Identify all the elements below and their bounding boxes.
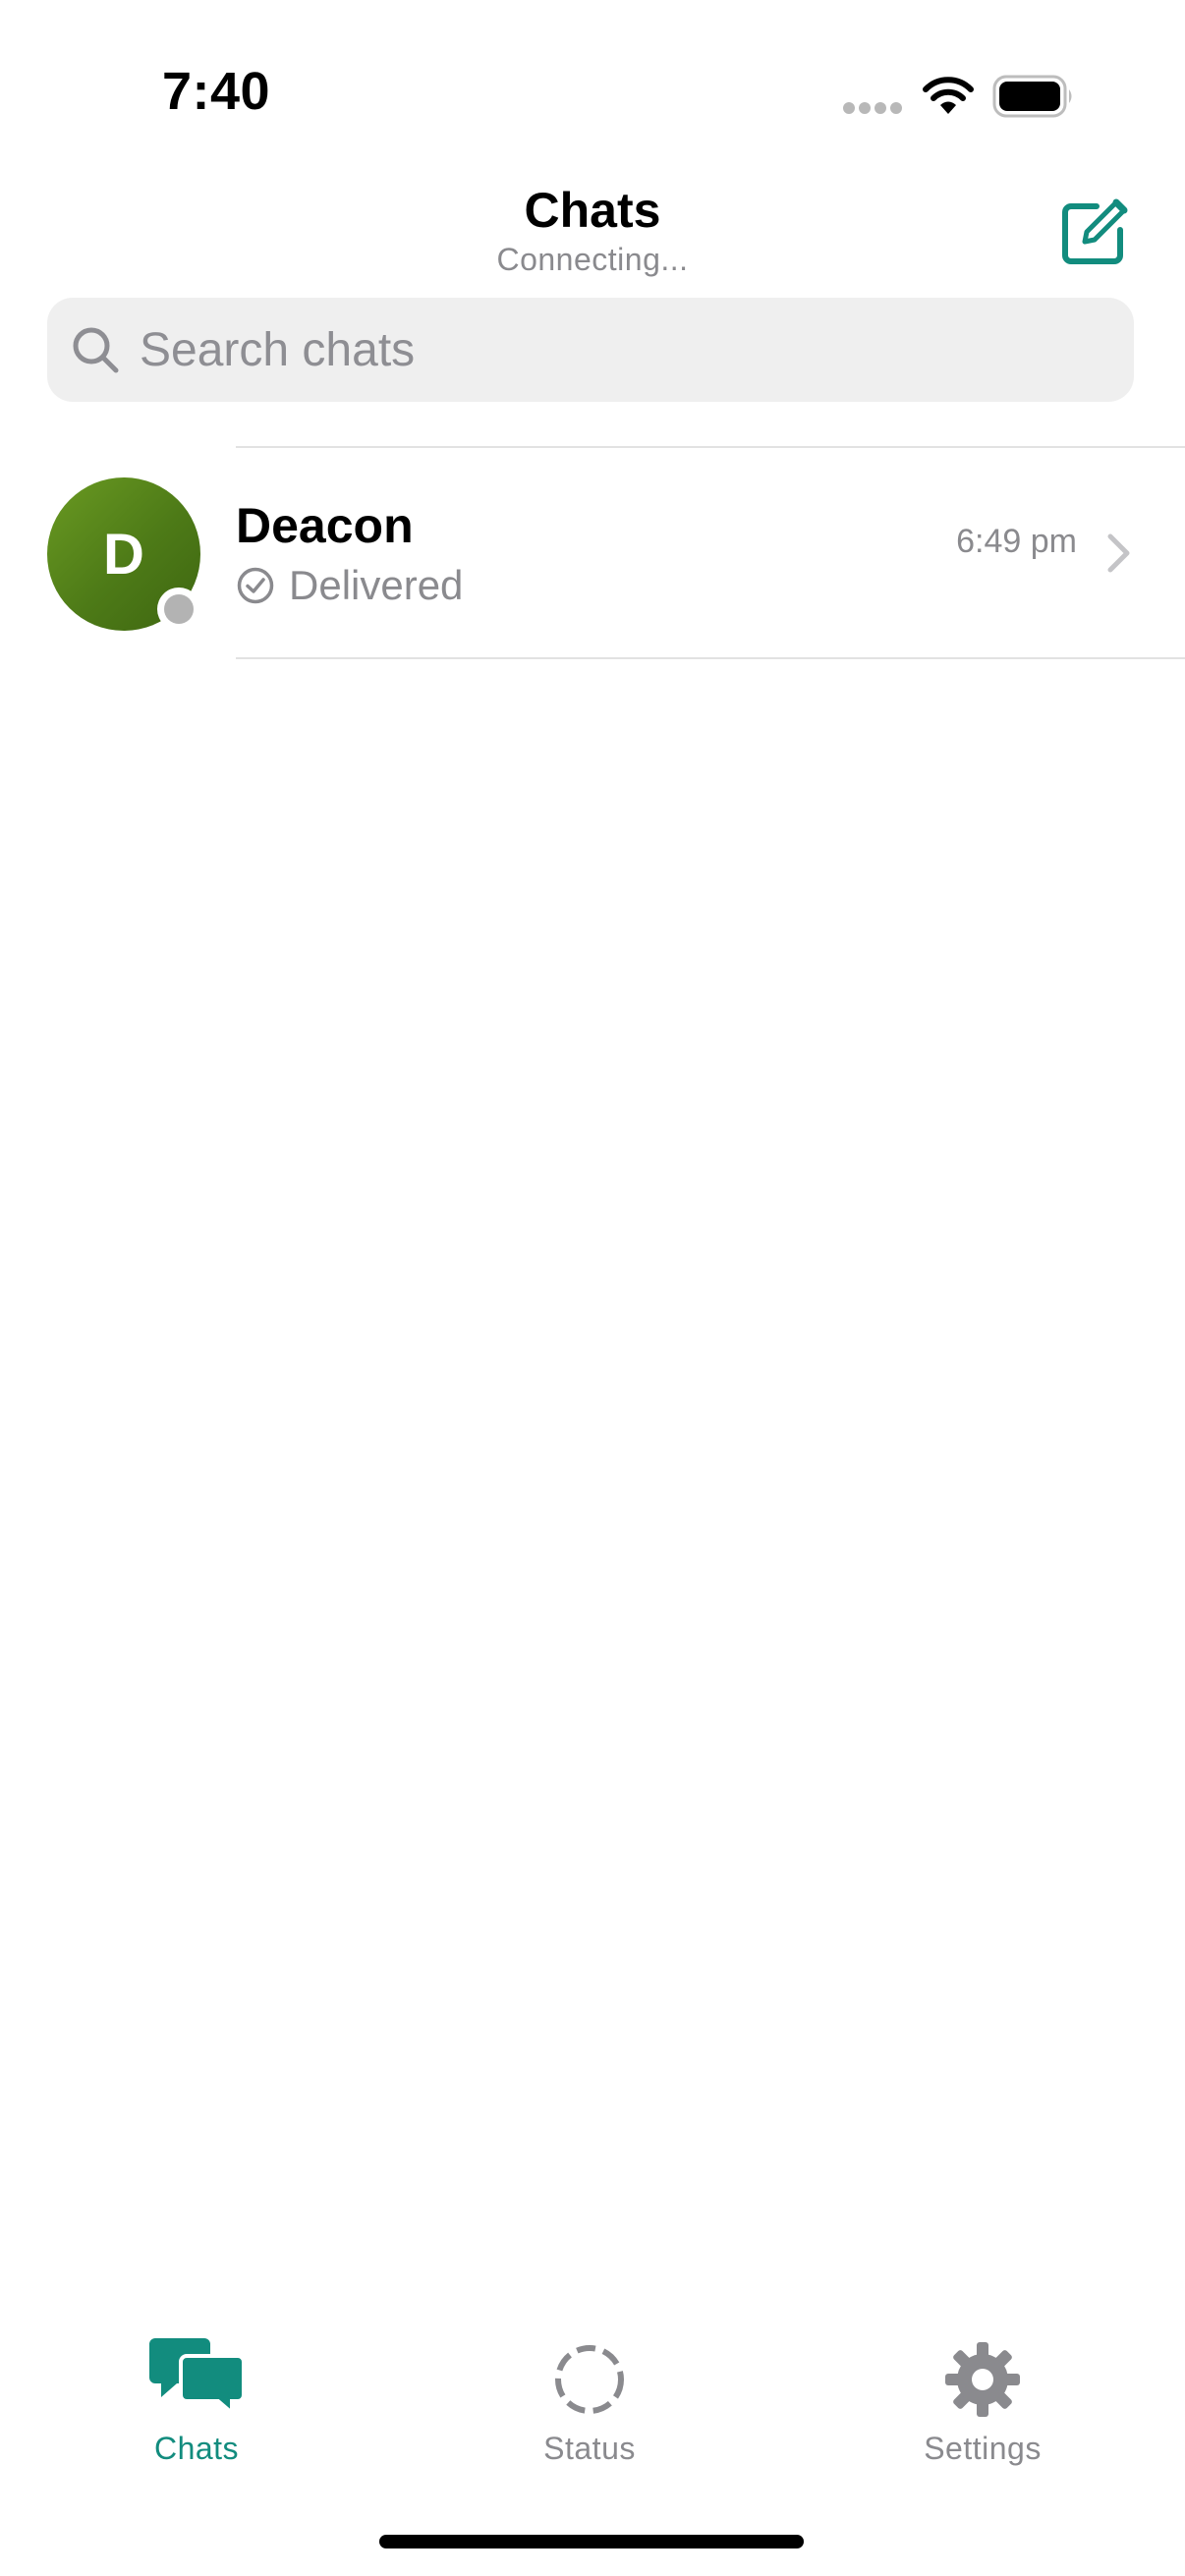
cellular-signal-icon [843,102,904,116]
chats-icon [149,2338,246,2415]
chevron-right-icon [1107,533,1130,573]
gear-icon [945,2342,1020,2417]
battery-icon [992,75,1072,118]
wifi-icon [923,77,974,114]
tab-status[interactable]: Status [472,2326,707,2466]
search-bar[interactable] [47,298,1134,402]
tab-settings[interactable]: Settings [865,2326,1100,2466]
compose-icon[interactable] [1059,196,1130,267]
chat-last-message-status: Delivered [289,562,464,608]
status-icon [555,2345,624,2414]
tab-label-settings: Settings [924,2431,1042,2466]
presence-indicator [157,588,200,631]
chat-name: Deacon [236,498,414,553]
tab-label-status: Status [543,2431,636,2466]
page-title: Chats [524,183,661,238]
list-divider-bottom [236,657,1185,659]
chat-list-item[interactable]: D Deacon Delivered 6:49 pm [0,448,1185,658]
search-icon [73,327,119,373]
avatar-initial: D [103,522,144,587]
status-bar-time: 7:40 [162,62,271,121]
chat-timestamp: 6:49 pm [956,523,1077,560]
connection-status: Connecting... [496,242,689,277]
chats-screen: 7:40 Chats Connecting... D Deacon [0,0,1185,2576]
delivered-check-icon [237,567,274,604]
tab-label-chats: Chats [153,2431,240,2466]
search-input[interactable] [140,298,1112,402]
tab-chats[interactable]: Chats [79,2326,314,2466]
home-indicator[interactable] [379,2535,804,2548]
